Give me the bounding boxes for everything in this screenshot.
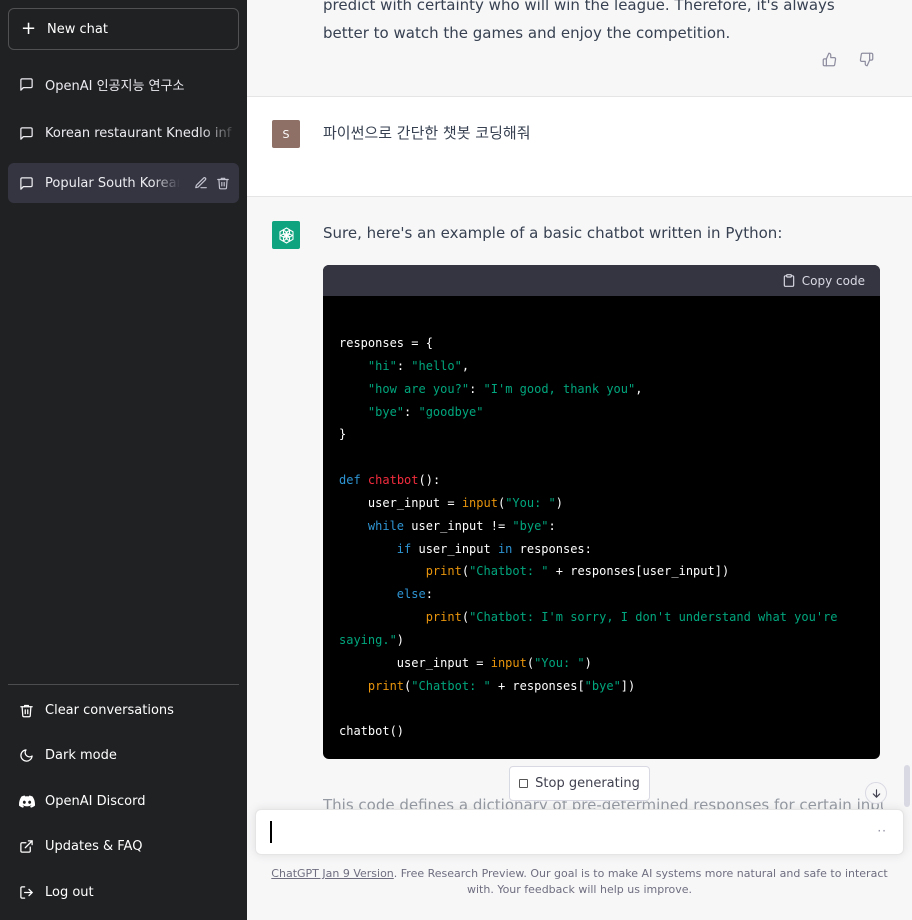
stop-square-icon xyxy=(519,779,529,788)
conversation-actions xyxy=(194,176,230,190)
sidebar-conversation-item-active[interactable]: Popular South Korean xyxy=(8,163,239,203)
footer-text: . Free Research Preview. Our goal is to … xyxy=(393,867,888,896)
log-out-label: Log out xyxy=(45,884,94,900)
sidebar-conversation-item[interactable]: Korean restaurant Knedlo inf xyxy=(8,113,239,153)
chat-bubble-icon xyxy=(19,176,45,191)
sidebar: + New chat OpenAI 인공지능 연구소 Korean restau… xyxy=(0,0,247,920)
message-divider xyxy=(247,96,912,97)
message-input[interactable] xyxy=(270,821,850,845)
log-out-button[interactable]: Log out xyxy=(8,872,239,912)
assistant-intro-text: Sure, here's an example of a basic chatb… xyxy=(323,224,783,242)
sidebar-conversation-item[interactable]: OpenAI 인공지능 연구소 xyxy=(8,64,239,104)
loading-dots-icon: ·· xyxy=(877,824,887,838)
conversation-title: Korean restaurant Knedlo inf xyxy=(45,125,232,141)
python-code: responses = { "hi": "hello", "how are yo… xyxy=(339,336,838,739)
openai-discord-label: OpenAI Discord xyxy=(45,793,146,809)
edit-pencil-icon[interactable] xyxy=(194,176,208,190)
trash-icon[interactable] xyxy=(216,176,230,190)
external-link-icon xyxy=(19,839,45,854)
code-block: Copy code responses = { "hi": "hello", "… xyxy=(323,265,880,759)
chat-thread: predict with certainty who will win the … xyxy=(247,0,912,920)
message-input-box: ·· xyxy=(255,809,904,855)
user-avatar: S xyxy=(272,120,300,148)
user-message-text: 파이썬으로 간단한 챗봇 코딩해줘 xyxy=(323,124,531,142)
stop-generating-label: Stop generating xyxy=(535,776,640,791)
chat-bubble-icon xyxy=(19,126,45,141)
log-out-icon xyxy=(19,885,45,900)
chat-bubble-icon xyxy=(19,77,45,92)
conversation-title: OpenAI 인공지능 연구소 xyxy=(45,78,185,94)
new-chat-label: New chat xyxy=(47,21,108,37)
moon-icon xyxy=(19,748,45,763)
discord-icon xyxy=(19,795,45,808)
dark-mode-button[interactable]: Dark mode xyxy=(8,735,239,775)
thumbs-down-icon[interactable] xyxy=(859,52,874,67)
version-link[interactable]: ChatGPT Jan 9 Version xyxy=(271,867,393,880)
assistant-message-text: predict with certainty who will win the … xyxy=(323,0,835,42)
clear-conversations-label: Clear conversations xyxy=(45,702,174,718)
openai-discord-link[interactable]: OpenAI Discord xyxy=(8,781,239,821)
scrollbar-thumb[interactable] xyxy=(904,765,910,807)
dark-mode-label: Dark mode xyxy=(45,747,117,763)
assistant-message-previous: predict with certainty who will win the … xyxy=(247,0,912,96)
clear-conversations-button[interactable]: Clear conversations xyxy=(8,690,239,730)
updates-faq-link[interactable]: Updates & FAQ xyxy=(8,826,239,866)
scroll-down-button[interactable] xyxy=(865,782,887,804)
copy-code-button[interactable]: Copy code xyxy=(782,273,865,288)
code-block-header: Copy code xyxy=(323,265,880,296)
sidebar-divider xyxy=(8,684,239,685)
plus-icon: + xyxy=(21,18,37,39)
stop-generating-button[interactable]: Stop generating xyxy=(509,766,650,801)
clipboard-icon xyxy=(782,273,796,288)
trash-icon xyxy=(19,703,45,718)
chatgpt-logo-icon xyxy=(272,221,300,249)
feedback-buttons xyxy=(822,52,874,67)
updates-faq-label: Updates & FAQ xyxy=(45,838,143,854)
copy-code-label: Copy code xyxy=(801,273,865,288)
conversation-title: Popular South Korean xyxy=(45,175,180,191)
arrow-down-icon xyxy=(871,788,882,799)
thumbs-up-icon[interactable] xyxy=(822,52,837,67)
text-caret xyxy=(270,821,272,843)
new-chat-button[interactable]: + New chat xyxy=(8,8,239,50)
footer-disclaimer: ChatGPT Jan 9 Version. Free Research Pre… xyxy=(263,866,896,898)
